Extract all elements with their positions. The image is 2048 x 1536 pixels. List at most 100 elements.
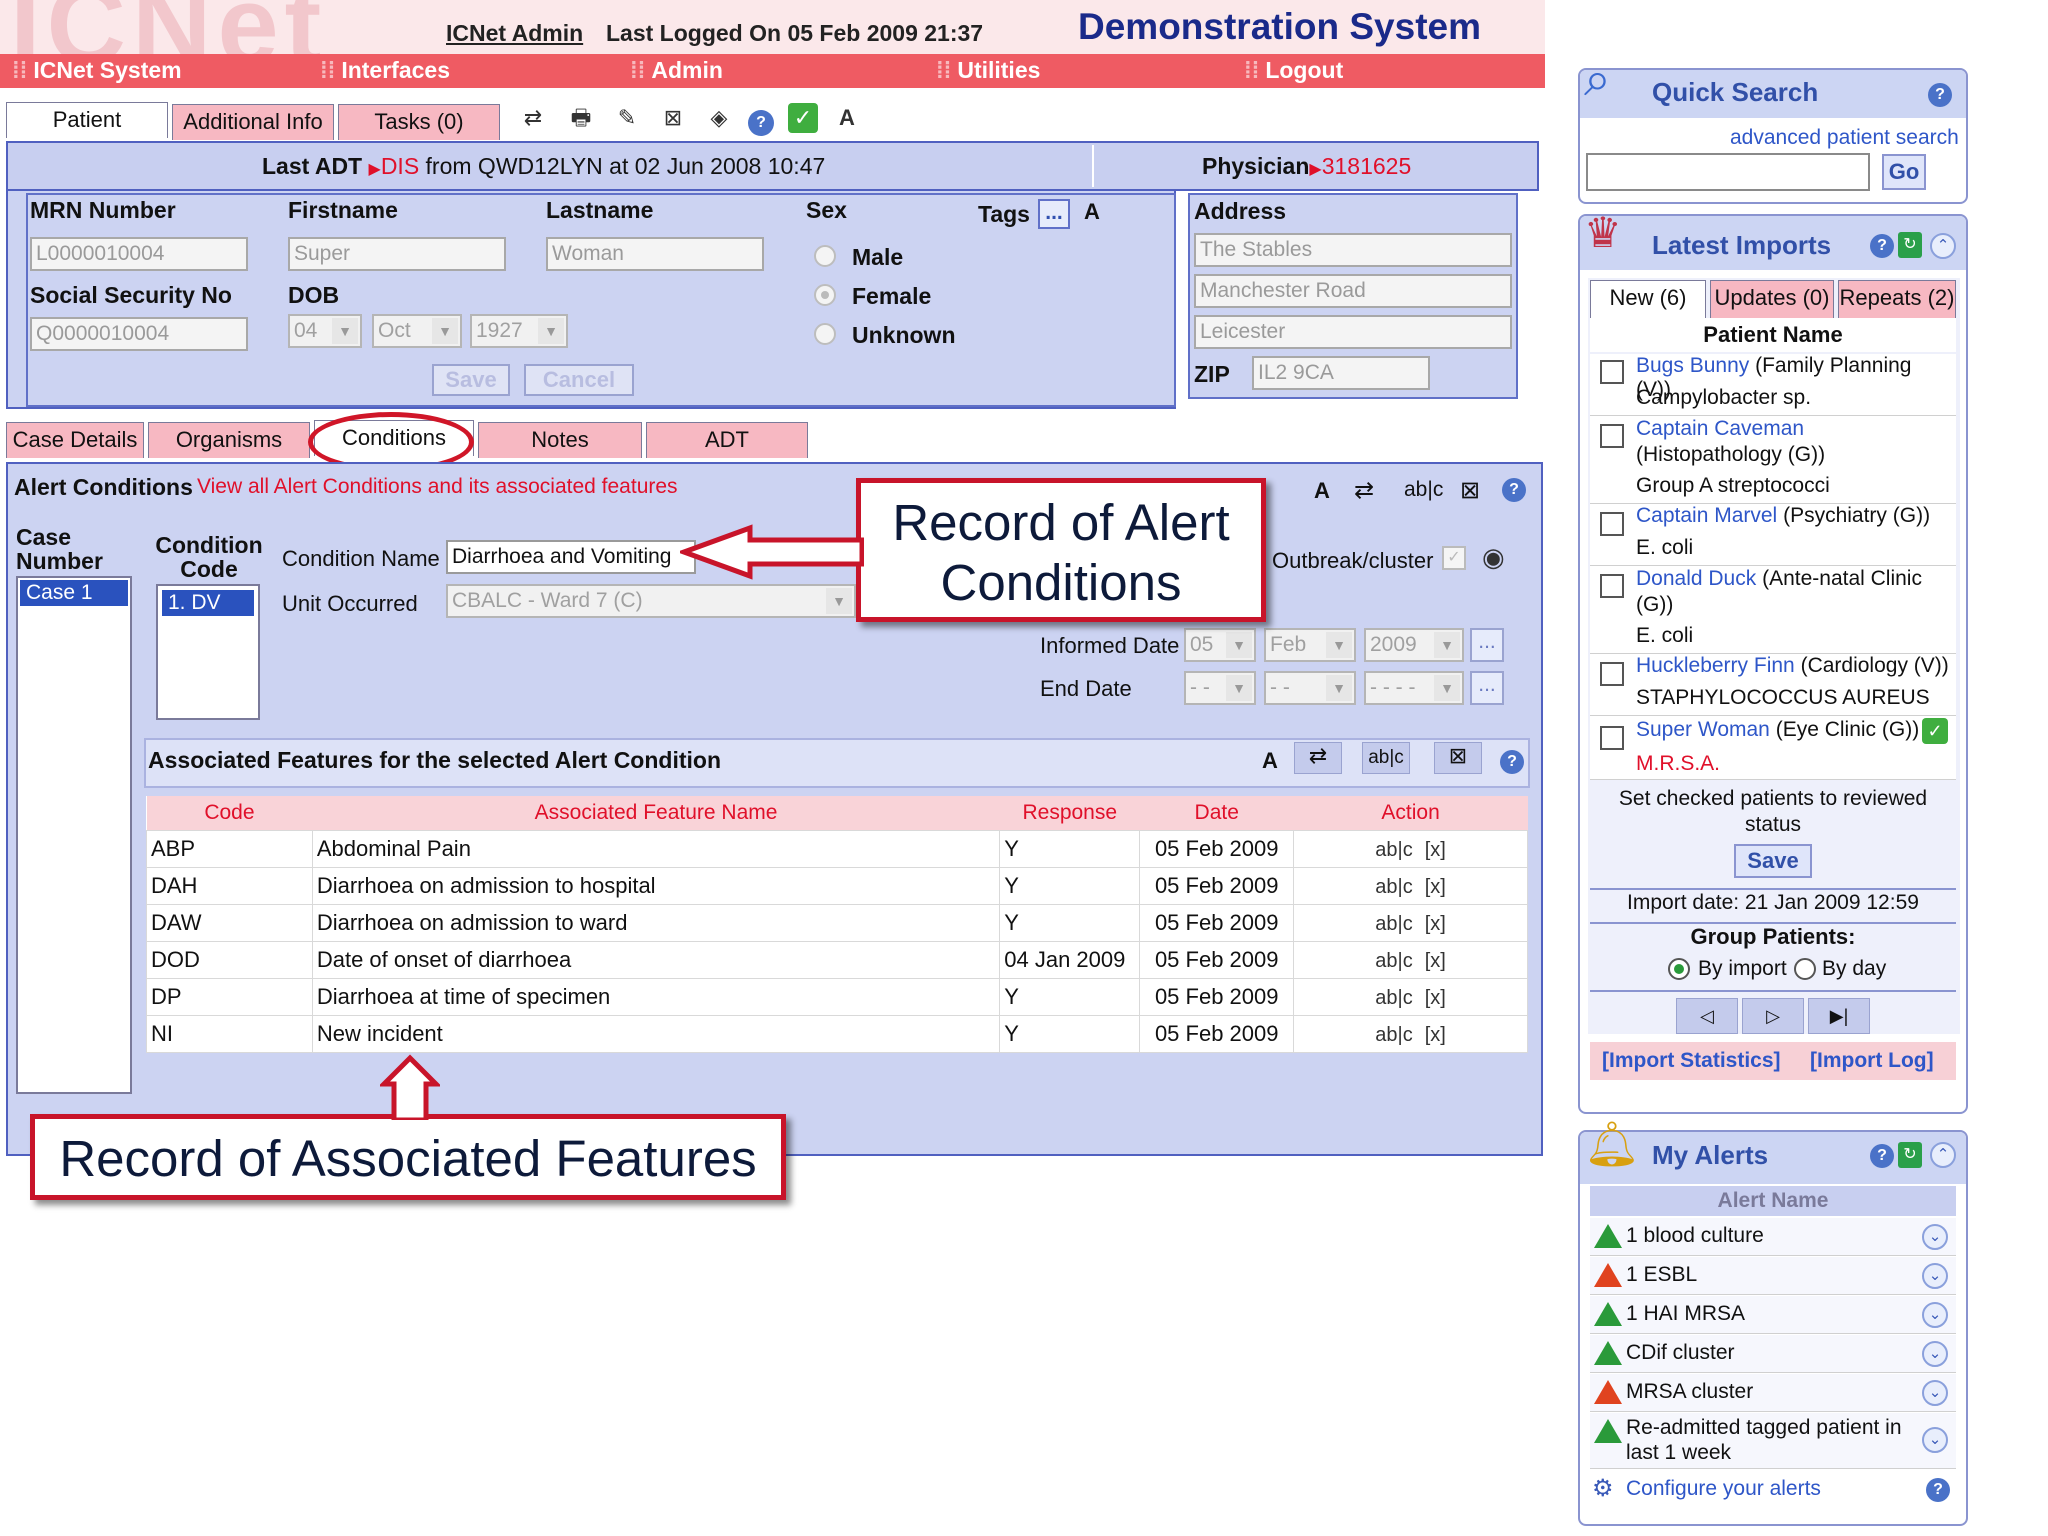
edit-icon[interactable]: ab|c bbox=[1375, 913, 1412, 936]
column-header-date[interactable]: Date bbox=[1139, 796, 1294, 830]
outbreak-cluster-checkbox[interactable]: ✓ bbox=[1442, 546, 1466, 570]
add-record-icon[interactable]: ⇄ bbox=[1354, 476, 1374, 505]
configure-alerts-link[interactable]: Configure your alerts bbox=[1626, 1477, 1821, 1501]
expand-icon[interactable]: ⌄ bbox=[1922, 1380, 1948, 1406]
cancel-button[interactable]: Cancel bbox=[524, 364, 634, 396]
case-item[interactable]: Case 1 bbox=[20, 580, 128, 606]
sex-male-radio[interactable] bbox=[814, 245, 836, 267]
go-button[interactable]: Go bbox=[1882, 154, 1926, 190]
menu-logout[interactable]: ⁞⁞ Logout bbox=[1244, 57, 1343, 84]
delete-icon[interactable]: [x] bbox=[1425, 839, 1446, 862]
save-button[interactable]: Save bbox=[432, 364, 510, 396]
table-row[interactable]: DOD Date of onset of diarrhoea 04 Jan 20… bbox=[146, 940, 1528, 979]
font-icon[interactable]: A bbox=[832, 103, 862, 133]
alert-row[interactable]: 1 HAI MRSA ⌄ bbox=[1590, 1296, 1956, 1334]
delete-icon[interactable]: [x] bbox=[1425, 876, 1446, 899]
patient-link[interactable]: Donald Duck bbox=[1636, 567, 1756, 590]
collapse-icon[interactable]: ⌃ bbox=[1930, 233, 1956, 259]
informed-month-select[interactable]: Feb ▼ bbox=[1264, 628, 1356, 662]
help-icon[interactable]: ? bbox=[1870, 1144, 1894, 1168]
edit-icon[interactable]: ab|c bbox=[1375, 950, 1412, 973]
tab-adt[interactable]: ADT bbox=[646, 422, 808, 458]
quick-search-input[interactable] bbox=[1586, 153, 1870, 191]
tab-tasks[interactable]: Tasks (0) bbox=[338, 104, 500, 140]
edit-icon[interactable]: ab|c bbox=[1375, 987, 1412, 1010]
alert-row[interactable]: 1 ESBL ⌄ bbox=[1590, 1257, 1956, 1295]
add-feature-icon[interactable]: ⇄ bbox=[1294, 742, 1342, 774]
edit-icon[interactable]: ab|c bbox=[1375, 876, 1412, 899]
check-icon[interactable]: ✓ bbox=[788, 103, 818, 133]
end-date-picker-button[interactable]: ... bbox=[1470, 671, 1504, 705]
help-icon[interactable]: ? bbox=[1926, 1478, 1950, 1502]
eraser-icon[interactable]: ◈ bbox=[704, 103, 734, 133]
column-header-code[interactable]: Code bbox=[146, 796, 313, 830]
table-row[interactable]: DP Diarrhoea at time of specimen Y 05 Fe… bbox=[146, 977, 1528, 1016]
tab-updates[interactable]: Updates (0) bbox=[1710, 280, 1834, 318]
end-month-select[interactable]: - - ▼ bbox=[1264, 671, 1356, 705]
column-header-response[interactable]: Response bbox=[999, 796, 1140, 830]
informed-year-select[interactable]: 2009 ▼ bbox=[1364, 628, 1464, 662]
last-icon[interactable]: ▶| bbox=[1808, 998, 1870, 1034]
patient-link[interactable]: Captain Caveman bbox=[1636, 417, 1804, 440]
previous-icon[interactable]: ◁ bbox=[1676, 998, 1738, 1034]
patient-link[interactable]: Bugs Bunny bbox=[1636, 354, 1749, 377]
alert-row[interactable]: Re-admitted tagged patient in last 1 wee… bbox=[1590, 1413, 1956, 1469]
delete-feature-icon[interactable]: ⊠ bbox=[1434, 742, 1482, 774]
expand-icon[interactable]: ⌄ bbox=[1922, 1302, 1948, 1328]
condition-code-item[interactable]: 1. DV bbox=[162, 590, 254, 616]
expand-icon[interactable]: ⌄ bbox=[1922, 1341, 1948, 1367]
edit-icon[interactable]: ab|c bbox=[1404, 478, 1443, 502]
add-record-icon[interactable]: ⇄ bbox=[518, 103, 548, 133]
font-icon[interactable]: A bbox=[1262, 748, 1278, 774]
delete-icon[interactable]: ⊠ bbox=[658, 103, 688, 133]
next-icon[interactable]: ▷ bbox=[1742, 998, 1804, 1034]
firstname-field[interactable]: Super bbox=[288, 237, 506, 271]
table-row[interactable]: ABP Abdominal Pain Y 05 Feb 2009 ab|c [x] bbox=[146, 829, 1528, 868]
refresh-icon[interactable]: ↻ bbox=[1898, 1142, 1922, 1168]
informed-date-picker-button[interactable]: ... bbox=[1470, 628, 1504, 662]
lastname-field[interactable]: Woman bbox=[546, 237, 764, 271]
delete-icon[interactable]: [x] bbox=[1425, 1024, 1446, 1047]
group-by-day-radio[interactable] bbox=[1794, 958, 1816, 980]
alert-row[interactable]: CDif cluster ⌄ bbox=[1590, 1335, 1956, 1373]
address-line3-field[interactable]: Leicester bbox=[1194, 315, 1512, 349]
unit-occurred-select[interactable]: CBALC - Ward 7 (C) ▼ bbox=[446, 584, 856, 618]
sex-female-radio[interactable] bbox=[814, 284, 836, 306]
ssn-field[interactable]: Q0000010004 bbox=[30, 317, 248, 351]
tab-repeats[interactable]: Repeats (2) bbox=[1838, 280, 1956, 318]
edit-feature-icon[interactable]: ab|c bbox=[1362, 742, 1410, 774]
tab-patient[interactable]: Patient bbox=[6, 102, 168, 138]
font-icon[interactable]: A bbox=[1084, 199, 1100, 225]
tab-organisms[interactable]: Organisms bbox=[148, 422, 310, 458]
menu-admin[interactable]: ⁞⁞ Admin bbox=[630, 57, 723, 84]
tab-case-details[interactable]: Case Details bbox=[6, 422, 144, 458]
table-row[interactable]: DAW Diarrhoea on admission to ward Y 05 … bbox=[146, 903, 1528, 942]
reviewed-save-button[interactable]: Save bbox=[1734, 844, 1812, 878]
mrn-field[interactable]: L0000010004 bbox=[30, 237, 248, 271]
refresh-icon[interactable]: ↻ bbox=[1898, 232, 1922, 258]
font-icon[interactable]: A bbox=[1314, 478, 1330, 504]
condition-code-list[interactable]: 1. DV bbox=[156, 584, 260, 720]
help-icon[interactable]: ? bbox=[1502, 478, 1526, 502]
print-icon[interactable]: 🖶 bbox=[566, 103, 596, 133]
end-day-select[interactable]: - - ▼ bbox=[1184, 671, 1256, 705]
address-line2-field[interactable]: Manchester Road bbox=[1194, 274, 1512, 308]
dob-year-select[interactable]: 1927 ▼ bbox=[470, 314, 568, 348]
edit-icon[interactable]: ab|c bbox=[1375, 1024, 1412, 1047]
tab-notes[interactable]: Notes bbox=[478, 422, 642, 458]
collapse-icon[interactable]: ⌃ bbox=[1930, 1142, 1956, 1168]
expand-icon[interactable]: ⌄ bbox=[1922, 1263, 1948, 1289]
delete-icon[interactable]: ⊠ bbox=[1460, 476, 1480, 505]
delete-icon[interactable]: [x] bbox=[1425, 987, 1446, 1010]
tab-additional-info[interactable]: Additional Info bbox=[172, 104, 334, 140]
table-row[interactable]: DAH Diarrhoea on admission to hospital Y… bbox=[146, 866, 1528, 905]
patient-checkbox[interactable] bbox=[1600, 662, 1624, 686]
delete-icon[interactable]: [x] bbox=[1425, 913, 1446, 936]
help-icon[interactable]: ? bbox=[1500, 750, 1524, 774]
eye-icon[interactable]: ◉ bbox=[1482, 542, 1505, 573]
help-icon[interactable]: ? bbox=[746, 105, 776, 136]
tags-button[interactable]: ... bbox=[1038, 199, 1070, 229]
patient-checkbox[interactable] bbox=[1600, 726, 1624, 750]
menu-icnet-system[interactable]: ⁞⁞ ICNet System bbox=[12, 57, 182, 84]
admin-user-link[interactable]: ICNet Admin bbox=[446, 20, 583, 47]
